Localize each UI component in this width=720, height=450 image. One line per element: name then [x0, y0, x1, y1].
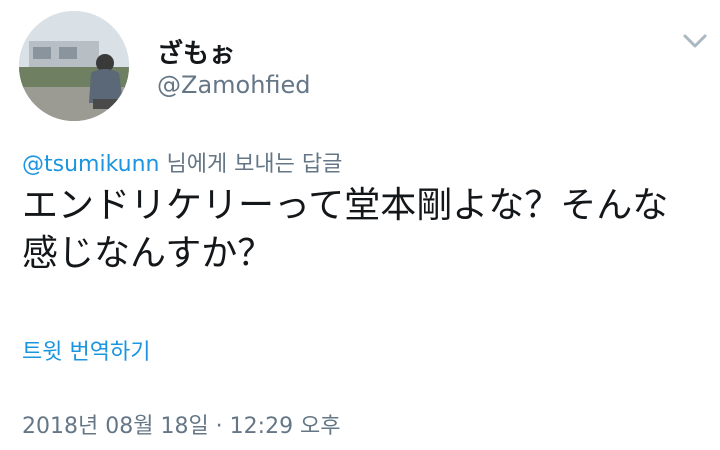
tweet-text: エンドリケリーって堂本剛よな？そんな感じなんすか？ — [22, 185, 669, 274]
display-name[interactable]: ざもぉ — [157, 33, 235, 70]
chevron-down-icon — [683, 34, 707, 48]
avatar[interactable] — [19, 11, 129, 121]
tweet-detail: ざもぉ @Zamohfied @tsumikunn 님에게 보내는 답글 エンド… — [0, 0, 720, 450]
reply-context-label: 님에게 보내는 답글 — [159, 152, 343, 177]
tweet-timestamp[interactable]: 2018년 08월 18일 · 12:29 오후 — [22, 408, 341, 440]
user-handle[interactable]: @Zamohfied — [157, 71, 311, 99]
more-options-button[interactable] — [680, 28, 710, 54]
reply-context: @tsumikunn 님에게 보내는 답글 — [22, 146, 342, 178]
avatar-photo — [19, 11, 129, 121]
reply-mention-link[interactable]: @tsumikunn — [22, 152, 159, 177]
translate-tweet-link[interactable]: 트윗 번역하기 — [22, 334, 150, 366]
